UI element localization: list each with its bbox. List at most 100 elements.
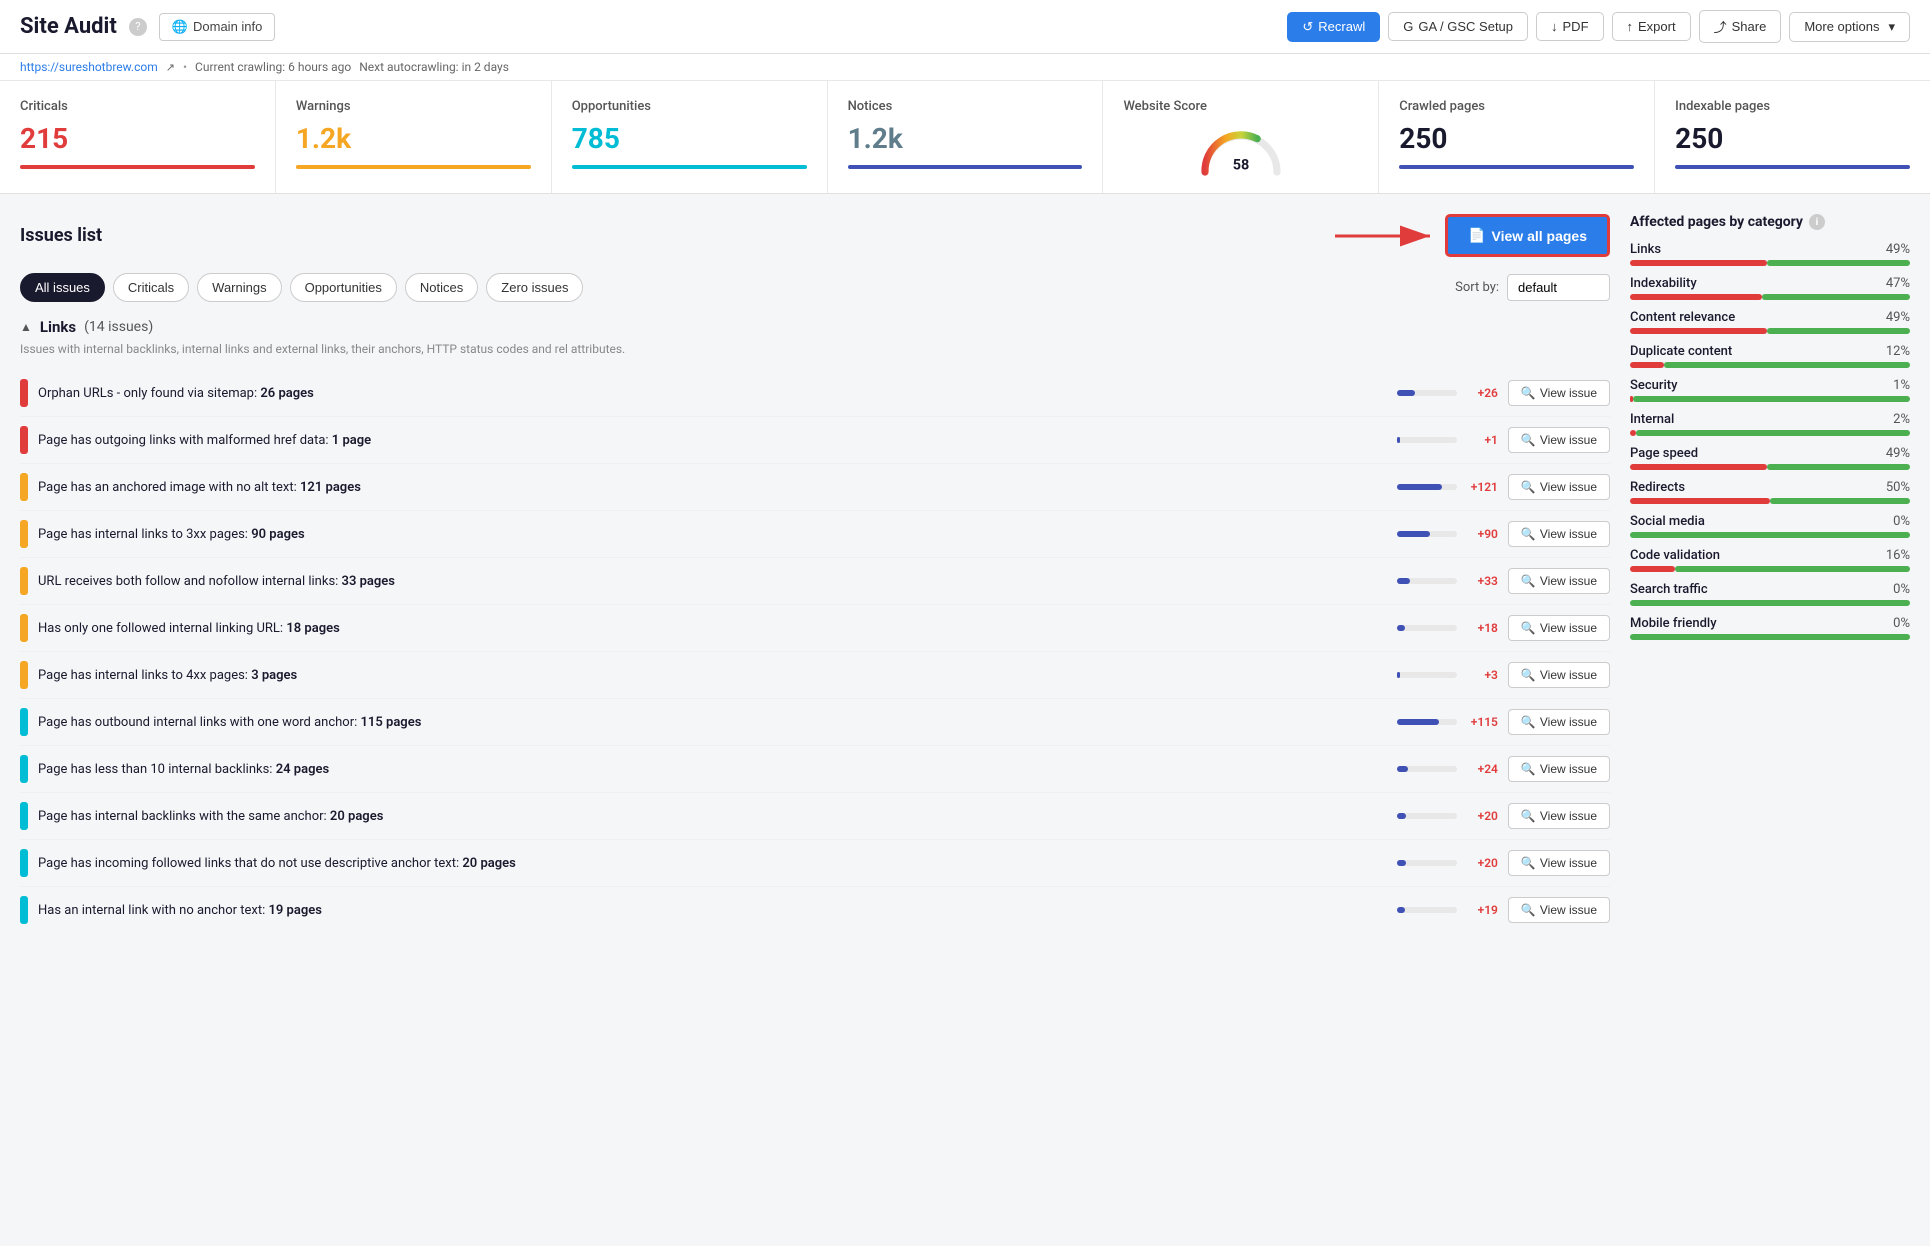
share-button[interactable]: ⤴ Share [1699,10,1782,43]
stat-criticals-label: Criticals [20,99,255,114]
category-header[interactable]: ▲ Links (14 issues) [20,318,1610,336]
view-issue-button[interactable]: 🔍 View issue [1508,850,1610,876]
issue-severity-indicator [20,661,28,689]
sidebar-category-pct: 0% [1893,514,1910,529]
issue-mini-bar-bg [1397,437,1457,443]
sidebar-category-security[interactable]: Security 1% [1630,378,1910,402]
sidebar-bar-green [1664,362,1910,368]
sidebar-category-duplicate-content[interactable]: Duplicate content 12% [1630,344,1910,368]
help-icon[interactable]: ? [129,18,147,36]
pdf-button[interactable]: ↓ PDF [1536,12,1604,41]
issue-severity-indicator [20,473,28,501]
recrawl-button[interactable]: ↺ Recrawl [1287,12,1380,42]
sidebar-category-internal[interactable]: Internal 2% [1630,412,1910,436]
red-arrow-svg [1325,216,1445,256]
view-issue-button[interactable]: 🔍 View issue [1508,662,1610,688]
sidebar-category-search-traffic[interactable]: Search traffic 0% [1630,582,1910,606]
issue-mini-bar-bg [1397,531,1457,537]
stat-warnings[interactable]: Warnings 1.2k [276,81,552,193]
sidebar-category-links[interactable]: Links 49% [1630,242,1910,266]
issue-mini-bar-fill [1397,484,1442,490]
issue-delta: +90 [1463,527,1498,541]
sidebar-category-mobile-friendly[interactable]: Mobile friendly 0% [1630,616,1910,640]
issue-delta: +3 [1463,668,1498,682]
domain-info-label: Domain info [193,19,262,34]
sidebar-bar-green [1636,430,1910,436]
issue-count-bar: +19 [1397,903,1498,917]
view-issue-button[interactable]: 🔍 View issue [1508,709,1610,735]
view-issue-button[interactable]: 🔍 View issue [1508,568,1610,594]
tab-notices[interactable]: Notices [405,273,478,302]
sidebar-category-code-validation[interactable]: Code validation 16% [1630,548,1910,572]
sidebar-bar-green [1767,464,1910,470]
search-icon: 🔍 [1521,762,1536,776]
sidebar-category-pct: 47% [1886,276,1910,291]
chevron-up-icon: ▲ [20,320,32,334]
view-issue-button[interactable]: 🔍 View issue [1508,897,1610,923]
sidebar-bar-red [1630,362,1664,368]
issue-right: +121 🔍 View issue [1397,474,1610,500]
domain-info-button[interactable]: 🌐 Domain info [159,13,276,41]
issue-mini-bar-bg [1397,625,1457,631]
stat-criticals[interactable]: Criticals 215 [0,81,276,193]
issue-item: Page has incoming followed links that do… [20,840,1610,887]
sidebar-category-pct: 49% [1886,310,1910,325]
globe-icon: 🌐 [172,19,188,35]
header-right: ↺ Recrawl G GA / GSC Setup ↓ PDF ↑ Expor… [1287,10,1910,43]
issue-pages: 24 pages [276,762,329,777]
issue-text: Page has incoming followed links that do… [38,856,1397,871]
stat-opportunities[interactable]: Opportunities 785 [552,81,828,193]
tab-criticals[interactable]: Criticals [113,273,189,302]
view-issue-button[interactable]: 🔍 View issue [1508,615,1610,641]
issue-count-bar: +3 [1397,668,1498,682]
issue-delta: +20 [1463,856,1498,870]
view-issue-button[interactable]: 🔍 View issue [1508,803,1610,829]
sidebar-bar-bg [1630,294,1910,300]
site-url-link[interactable]: https://sureshotbrew.com [20,60,158,74]
issue-mini-bar-fill [1397,625,1405,631]
view-issue-button[interactable]: 🔍 View issue [1508,474,1610,500]
stat-indexable-pages[interactable]: Indexable pages 250 [1655,81,1930,193]
sidebar-category-content-relevance[interactable]: Content relevance 49% [1630,310,1910,334]
more-options-button[interactable]: More options ▾ [1789,12,1910,42]
stat-notices[interactable]: Notices 1.2k [828,81,1104,193]
info-icon[interactable]: i [1809,214,1825,230]
sidebar-category-pct: 49% [1886,446,1910,461]
sidebar-category-social-media[interactable]: Social media 0% [1630,514,1910,538]
stat-crawled-pages[interactable]: Crawled pages 250 [1379,81,1655,193]
sidebar-category-indexability[interactable]: Indexability 47% [1630,276,1910,300]
issue-item: Page has an anchored image with no alt t… [20,464,1610,511]
issue-count-bar: +90 [1397,527,1498,541]
tab-zero-issues[interactable]: Zero issues [486,273,583,302]
issue-mini-bar-fill [1397,766,1408,772]
sidebar-category-page-speed[interactable]: Page speed 49% [1630,446,1910,470]
category-description: Issues with internal backlinks, internal… [20,342,1610,356]
view-issue-button[interactable]: 🔍 View issue [1508,521,1610,547]
tab-all-issues[interactable]: All issues [20,273,105,302]
view-issue-label: View issue [1540,809,1597,823]
tab-opportunities[interactable]: Opportunities [290,273,397,302]
sidebar-item-header: Indexability 47% [1630,276,1910,291]
sidebar-item-header: Redirects 50% [1630,480,1910,495]
view-issue-button[interactable]: 🔍 View issue [1508,756,1610,782]
stat-website-score[interactable]: Website Score 58 [1103,81,1379,193]
issue-item: Orphan URLs - only found via sitemap: 26… [20,370,1610,417]
sidebar-bar-bg [1630,260,1910,266]
ga-gsc-button[interactable]: G GA / GSC Setup [1388,12,1528,41]
tab-warnings[interactable]: Warnings [197,273,281,302]
sidebar-bar-green [1633,396,1910,402]
issue-pages: 121 pages [300,480,361,495]
sort-select[interactable]: default by pages by severity [1507,274,1610,301]
view-issue-button[interactable]: 🔍 View issue [1508,380,1610,406]
sidebar-category-label: Internal [1630,412,1674,427]
export-button[interactable]: ↑ Export [1612,12,1691,41]
view-all-pages-button[interactable]: 📄 View all pages [1445,214,1610,257]
issue-delta: +121 [1463,480,1498,494]
sidebar-category-redirects[interactable]: Redirects 50% [1630,480,1910,504]
sidebar-category-pct: 49% [1886,242,1910,257]
sidebar-item-header: Code validation 16% [1630,548,1910,563]
issue-mini-bar-bg [1397,484,1457,490]
stat-opportunities-value: 785 [572,122,807,155]
view-issue-button[interactable]: 🔍 View issue [1508,427,1610,453]
issue-item: Has an internal link with no anchor text… [20,887,1610,933]
